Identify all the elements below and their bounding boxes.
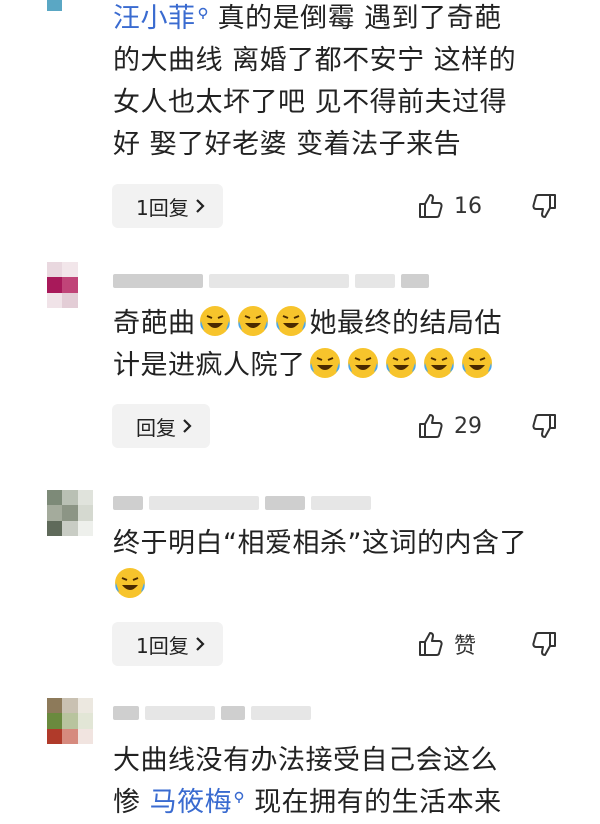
like-count: 16 [454, 193, 482, 219]
comment-line: 大曲线没有办法接受自己会这么 [113, 745, 498, 776]
comment-text-part: 现在拥有的生活本来 [254, 787, 502, 818]
username-redacted [113, 702, 311, 724]
comment-text: 奇葩曲 她最终的结局估 计是进疯人院了 [113, 303, 583, 387]
avatar[interactable] [47, 262, 93, 308]
comment-text: 大曲线没有办法接受自己会这么 惨 马筱梅 现在拥有的生活本来 [113, 740, 583, 824]
comment-text-part: 她最终的结局估 [309, 308, 502, 339]
laughing-crying-emoji-icon [384, 346, 418, 380]
laughing-crying-emoji-icon [274, 304, 308, 338]
laughing-crying-emoji-icon [422, 346, 456, 380]
reply-label: 回复 [136, 415, 176, 440]
laughing-crying-emoji-icon [198, 304, 232, 338]
laughing-crying-emoji-icon [308, 346, 342, 380]
comment-line: 好 娶了好老婆 变着法子来告 [113, 129, 462, 160]
thumbs-up-icon [419, 414, 443, 438]
thumbs-down-icon [532, 194, 556, 218]
like-label: 赞 [454, 634, 477, 659]
dislike-button[interactable] [531, 412, 559, 440]
location-icon [234, 791, 244, 803]
avatar[interactable] [47, 0, 93, 26]
username-redacted [113, 492, 371, 514]
avatar[interactable] [47, 698, 93, 744]
thumbs-down-icon [532, 632, 556, 656]
comment-text: 汪小菲 真的是倒霉 遇到了奇葩 的大曲线 离婚了都不安宁 这样的 女人也太坏了吧… [113, 0, 583, 166]
laughing-crying-emoji-icon [346, 346, 380, 380]
avatar[interactable] [47, 490, 93, 536]
username-redacted [113, 270, 429, 292]
comment-text-part: 终于明白“相爱相杀”这词的内含了 [113, 528, 527, 559]
comment-text-part: 惨 [113, 787, 141, 818]
comment-line: 女人也太坏了吧 见不得前夫过得 [113, 87, 508, 118]
chevron-right-icon [183, 419, 192, 433]
thumbs-up-icon [419, 632, 443, 656]
reply-button[interactable]: 1回复 [112, 622, 223, 666]
laughing-crying-emoji-icon [113, 566, 147, 600]
username-link[interactable]: 马筱梅 [150, 787, 233, 818]
comment-line: 真的是倒霉 遇到了奇葩 [217, 3, 502, 34]
thumbs-down-icon [532, 414, 556, 438]
thumbs-up-icon [419, 194, 443, 218]
reply-label: 1回复 [136, 633, 189, 658]
like-button[interactable]: 16 [416, 184, 482, 228]
like-count: 29 [454, 413, 482, 439]
chevron-right-icon [195, 199, 205, 213]
laughing-crying-emoji-icon [236, 304, 270, 338]
comment-text-part: 奇葩曲 [113, 308, 196, 339]
like-button[interactable]: 29 [416, 404, 482, 448]
comment-line: 的大曲线 离婚了都不安宁 这样的 [113, 45, 517, 76]
dislike-button[interactable] [531, 192, 559, 220]
reply-label: 1回复 [136, 195, 189, 220]
dislike-button[interactable] [531, 630, 559, 658]
location-icon [198, 7, 207, 19]
comment-text-part: 计是进疯人院了 [113, 350, 306, 381]
reply-button[interactable]: 1回复 [112, 184, 223, 228]
reply-button[interactable]: 回复 [112, 404, 210, 448]
like-button[interactable]: 赞 [416, 622, 476, 666]
laughing-crying-emoji-icon [460, 346, 494, 380]
username-link[interactable]: 汪小菲 [113, 3, 196, 34]
comment-text: 终于明白“相爱相杀”这词的内含了 [113, 523, 583, 607]
chevron-right-icon [195, 637, 205, 651]
